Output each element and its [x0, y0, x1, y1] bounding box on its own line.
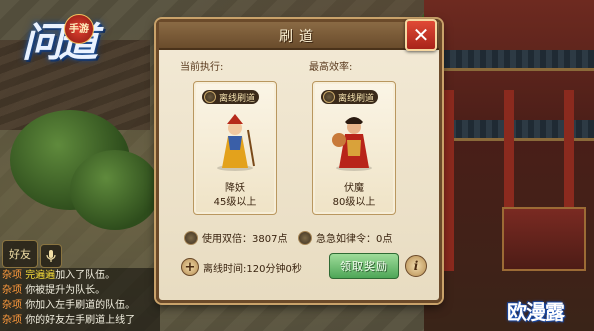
chat-tag: 杂项 — [2, 315, 22, 326]
tree — [70, 150, 160, 230]
pagoda-pillar — [444, 90, 454, 271]
pagoda-building — [414, 0, 594, 331]
task-card-fumo[interactable]: 离线刷道 伏魔 80级以上 — [312, 81, 396, 215]
offline-time: 离线时间:120分钟0秒 — [203, 263, 302, 275]
chat-tag: 杂项 — [2, 300, 22, 311]
dialog-header: 刷道 — [159, 22, 439, 50]
chat-text: 你加入左手刷道的队伍。 — [25, 300, 136, 311]
friends-button[interactable]: 好友 — [2, 240, 38, 268]
friends-label: 好友 — [9, 248, 31, 261]
chat-player[interactable]: 完遍遍 — [25, 270, 55, 281]
claim-label: 领取奖励 — [340, 260, 388, 273]
urgent-label: 急急如律令：0点 — [316, 234, 393, 245]
card-name: 伏魔 — [344, 183, 364, 194]
radio-icon[interactable] — [184, 230, 198, 245]
plus-icon: + — [184, 259, 196, 275]
logo-badge: 手游 — [64, 14, 94, 44]
add-time-button[interactable]: + — [181, 258, 199, 276]
urgent-option[interactable]: 急急如律令：0点 — [298, 230, 392, 245]
chat-log[interactable]: 杂项 完遍遍加入了队伍。 杂项 你被提升为队长。 杂项 你加入左手刷道的队伍。 … — [0, 268, 160, 331]
chat-tag: 杂项 — [2, 285, 22, 296]
mic-icon — [46, 250, 56, 262]
chat-text: 你的好友左手刷道上线了 — [25, 315, 136, 326]
card-tag-label: 离线刷道 — [219, 93, 256, 104]
chat-line: 杂项 你加入左手刷道的队伍。 — [0, 298, 160, 313]
dialog-title: 刷道 — [279, 29, 319, 45]
radio-icon — [323, 91, 335, 103]
card-tag: 离线刷道 — [321, 90, 379, 104]
card-tag: 离线刷道 — [202, 90, 260, 104]
watermark: 欧漫露 — [507, 300, 565, 324]
chat-line: 杂项 你被提升为队长。 — [0, 283, 160, 298]
card-level: 80级以上 — [332, 197, 376, 208]
offline-time-row: + 离线时间:120分钟0秒 — [181, 258, 302, 276]
market-stall — [502, 207, 586, 271]
close-button[interactable]: ✕ — [405, 19, 437, 51]
radio-icon[interactable] — [298, 230, 312, 245]
game-logo: 问道 手游 — [8, 6, 118, 86]
mic-button[interactable] — [40, 244, 62, 268]
current-label: 当前执行: — [180, 62, 224, 73]
claim-reward-button[interactable]: 领取奖励 — [329, 253, 399, 279]
card-name: 降妖 — [225, 183, 245, 194]
npc-figure-icon — [217, 114, 255, 171]
radio-icon — [204, 91, 216, 103]
npc-figure-icon — [332, 117, 372, 171]
double-option[interactable]: 使用双倍：3807点 — [184, 230, 287, 245]
chat-line: 杂项 你的好友左手刷道上线了 — [0, 313, 160, 328]
card-level: 45级以上 — [213, 197, 257, 208]
task-card-xiangyao[interactable]: 离线刷道 降妖 45级以上 — [193, 81, 277, 215]
info-icon: i — [413, 259, 419, 273]
close-icon: ✕ — [412, 23, 430, 47]
chat-text: 你被提升为队长。 — [25, 285, 106, 296]
chat-text: 加入了队伍。 — [55, 270, 116, 281]
chat-tag: 杂项 — [2, 270, 22, 281]
double-label: 使用双倍：3807点 — [202, 234, 288, 245]
chat-line: 杂项 完遍遍加入了队伍。 — [0, 268, 160, 283]
card-tag-label: 离线刷道 — [338, 93, 375, 104]
best-label: 最高效率: — [309, 62, 353, 73]
info-button[interactable]: i — [405, 255, 427, 277]
